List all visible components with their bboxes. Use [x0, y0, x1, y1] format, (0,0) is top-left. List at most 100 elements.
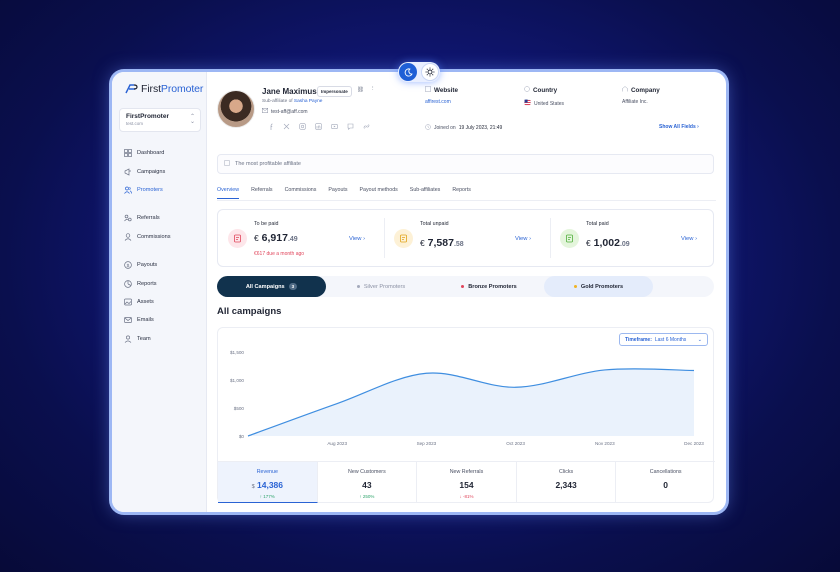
dollar-icon: $ — [124, 261, 132, 269]
metric-label: New Customers — [348, 469, 386, 475]
revenue-line-chart: $0 $500 $1,000 $1,500 Aug 2023 Sep 2023 Oct 20… — [230, 350, 704, 446]
metric-value: 0 — [663, 480, 669, 490]
campaigns-chart-card: Timeframe: Last 6 Months ⌄ $0 $500 $1,000 $1,… — [217, 327, 715, 503]
facebook-icon[interactable] — [267, 123, 274, 130]
impersonate-button[interactable]: Impersonate — [317, 86, 352, 97]
sub-affiliate-link[interactable]: Sasha Payne — [294, 99, 323, 104]
link-icon[interactable]: ⛓ — [357, 87, 364, 93]
y-tick-label: $1,500 — [230, 350, 244, 355]
tab-payouts[interactable]: Payouts — [328, 187, 347, 199]
chevron-right-icon: › — [697, 124, 699, 130]
sidebar-item-commissions[interactable]: Commissions — [124, 227, 171, 245]
show-all-fields-link[interactable]: Show All Fields › — [659, 124, 699, 130]
stat-label: Total unpaid — [420, 221, 449, 227]
filter-bronze-promoters[interactable]: Bronze Promoters — [435, 276, 543, 297]
sidebar-item-reports[interactable]: Reports — [124, 274, 157, 292]
view-total-unpaid-link[interactable]: View › — [515, 236, 531, 242]
website-link[interactable]: affirest.com — [425, 99, 458, 105]
nav-group-finance: Referrals Commissions — [124, 209, 171, 246]
chevron-up-down-icon: ⌃ ⌄ — [189, 114, 195, 125]
sidebar-item-label: Dashboard — [137, 150, 165, 157]
logo[interactable]: FirstPromoter — [125, 83, 203, 95]
metric-cancellations[interactable]: Cancellations 0 — [616, 462, 715, 503]
website-field: Website affirest.com — [425, 86, 458, 105]
wallet-icon-red — [228, 229, 247, 248]
metric-change: ↑ 177% — [259, 494, 275, 499]
company-label: Company — [631, 86, 660, 94]
metric-revenue[interactable]: Revenue $ 14,386 ↑ 177% — [218, 462, 318, 503]
sidebar-item-campaigns[interactable]: Campaigns — [124, 162, 165, 180]
metric-change: ↓ -81% — [459, 494, 474, 499]
x-tick-label: Oct 2023 — [506, 441, 525, 446]
sidebar-item-emails[interactable]: Emails — [124, 311, 157, 329]
tab-reports[interactable]: Reports — [452, 187, 471, 199]
instagram-icon[interactable] — [299, 123, 306, 130]
link-icon[interactable] — [363, 123, 370, 130]
filter-silver-promoters[interactable]: Silver Promoters — [329, 276, 433, 297]
metric-label: Revenue — [256, 469, 278, 475]
tab-commissions[interactable]: Commissions — [285, 187, 317, 199]
sidebar: FirstPromoter FirstPromoter test.com ⌃ ⌄ … — [112, 72, 207, 512]
chevron-right-icon: › — [363, 236, 366, 242]
users-icon — [124, 186, 132, 194]
metrics-row: Revenue $ 14,386 ↑ 177% New Customers 43… — [218, 461, 715, 503]
tab-sub-affiliates[interactable]: Sub-affiliates — [410, 187, 441, 199]
megaphone-icon — [124, 168, 132, 176]
chat-icon[interactable] — [347, 123, 354, 130]
x-icon[interactable] — [283, 123, 290, 130]
building-icon — [622, 86, 628, 94]
email-value: test-aff@aff.com — [271, 108, 308, 115]
x-tick-label: Aug 2023 — [327, 441, 347, 446]
metric-label: Clicks — [559, 469, 574, 475]
company-field: Company Affiliate Inc. — [622, 86, 660, 105]
section-title: All campaigns — [217, 306, 282, 317]
theme-toggle[interactable] — [398, 62, 440, 82]
sun-icon[interactable] — [421, 63, 439, 81]
mail-icon — [124, 316, 132, 324]
logo-text: FirstPromoter — [141, 83, 204, 95]
y-tick-label: $500 — [234, 406, 245, 411]
stat-due-note: €617 due a month ago — [254, 251, 305, 257]
sidebar-item-payouts[interactable]: $ Payouts — [124, 256, 157, 274]
affiliate-note[interactable]: The most profitable affiliate — [217, 154, 714, 174]
metric-new-referrals[interactable]: New Referrals 154 ↓ -81% — [417, 462, 517, 503]
image-icon — [124, 298, 132, 306]
y-tick-label: $1,000 — [230, 378, 244, 383]
tab-payout-methods[interactable]: Payout methods — [360, 187, 398, 199]
sidebar-item-team[interactable]: Team — [124, 330, 157, 348]
nav-group-tools: $ Payouts Reports Assets Emails Team — [124, 256, 157, 348]
sidebar-item-dashboard[interactable]: Dashboard — [124, 144, 165, 162]
org-switcher[interactable]: FirstPromoter test.com ⌃ ⌄ — [119, 108, 201, 132]
dashboard-icon — [124, 149, 132, 158]
sidebar-item-promoters[interactable]: Promoters — [124, 181, 165, 199]
nav-group-main: Dashboard Campaigns Promoters — [124, 144, 165, 199]
youtube-icon[interactable] — [331, 123, 338, 130]
social-links — [267, 123, 370, 130]
more-options-icon[interactable]: ⋮ — [370, 86, 376, 92]
tab-referrals[interactable]: Referrals — [251, 187, 273, 199]
sidebar-item-label: Team — [137, 335, 151, 342]
metric-value: 43 — [362, 480, 372, 490]
stat-amount: € 1,002.09 — [586, 237, 630, 249]
x-tick-label: Sep 2023 — [417, 441, 437, 446]
country-field: Country United States — [524, 86, 564, 108]
sidebar-item-label: Reports — [137, 280, 157, 287]
view-to-be-paid-link[interactable]: View › — [349, 236, 365, 242]
tab-overview[interactable]: Overview — [217, 187, 240, 199]
sidebar-item-referrals[interactable]: Referrals — [124, 209, 171, 227]
view-total-paid-link[interactable]: View › — [681, 236, 697, 242]
metric-clicks[interactable]: Clicks 2,343 — [517, 462, 617, 503]
filter-gold-promoters[interactable]: Gold Promoters — [544, 276, 653, 297]
profile-tabs: Overview Referrals Commissions Payouts P… — [217, 187, 471, 199]
website-label: Website — [434, 86, 459, 94]
filter-all-campaigns[interactable]: All Campaigns 3 — [217, 276, 326, 297]
app-window: FirstPromoter FirstPromoter test.com ⌃ ⌄ … — [112, 72, 726, 512]
stat-total-paid: Total paid € 1,002.09 View › — [550, 210, 715, 266]
metric-new-customers[interactable]: New Customers 43 ↑ 250% — [318, 462, 418, 503]
sidebar-item-label: Commissions — [137, 233, 171, 240]
mail-icon — [262, 108, 268, 115]
country-value: United States — [534, 100, 565, 107]
moon-icon[interactable] — [399, 63, 417, 81]
linkedin-icon[interactable] — [315, 123, 322, 130]
sidebar-item-assets[interactable]: Assets — [124, 293, 157, 311]
